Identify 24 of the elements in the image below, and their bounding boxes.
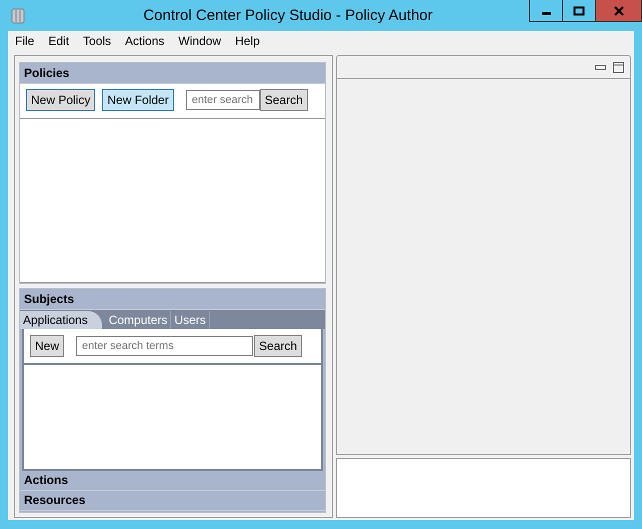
search-button[interactable]: Search <box>254 335 302 357</box>
tab[interactable]: Applications <box>20 311 102 329</box>
toolbar-button[interactable]: New Folder <box>102 89 174 111</box>
menu-item[interactable]: Edit <box>48 34 76 48</box>
section-header: Policies <box>20 63 325 84</box>
menu-item[interactable]: File <box>15 34 42 48</box>
minimize-icon[interactable] <box>595 64 606 70</box>
minimize-icon <box>542 12 550 15</box>
close-button[interactable] <box>595 0 642 22</box>
menu-item[interactable]: Help <box>235 34 267 48</box>
minimize-button[interactable] <box>529 0 563 22</box>
menu-item[interactable]: Window <box>178 34 228 48</box>
close-icon <box>612 6 624 16</box>
maximize-icon <box>573 6 585 16</box>
maximize-icon[interactable] <box>613 62 624 72</box>
menu-item[interactable]: Actions <box>125 34 172 48</box>
search-button[interactable]: Search <box>260 89 308 111</box>
window-title: Control Center Policy Studio - Policy Author <box>142 7 434 24</box>
search-field[interactable]: enter search <box>186 90 260 110</box>
menu-item[interactable]: Tools <box>83 34 118 48</box>
new-button[interactable]: New <box>30 335 64 357</box>
search-field[interactable]: enter search terms <box>76 336 254 356</box>
app-icon <box>10 6 26 24</box>
toolbar-button[interactable]: New Policy <box>26 89 96 111</box>
